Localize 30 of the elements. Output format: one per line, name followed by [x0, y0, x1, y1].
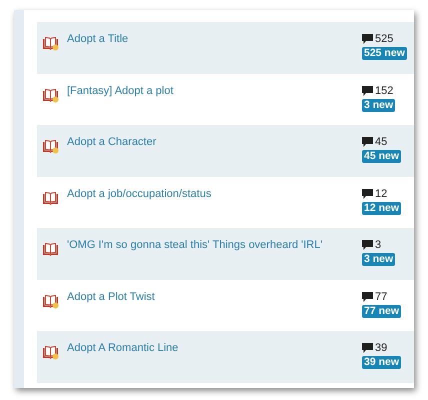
speech-bubble-icon	[362, 34, 373, 44]
speech-bubble-icon	[362, 86, 373, 96]
speech-bubble-icon	[362, 188, 373, 198]
new-posts-badge: 77 new	[362, 304, 402, 318]
speech-bubble-icon	[362, 240, 373, 250]
thread-title-link[interactable]: Adopt A Romantic Line	[67, 341, 178, 355]
thread-title-link[interactable]: Adopt a job/occupation/status	[67, 186, 212, 200]
new-posts-badge: 3 new	[362, 98, 396, 112]
speech-bubble-icon	[362, 137, 373, 147]
reply-count: 3	[375, 239, 382, 251]
new-posts-badge: 45 new	[362, 150, 402, 163]
reply-count: 45	[375, 136, 388, 148]
reply-count: 39	[375, 342, 388, 354]
new-posts-badge: 525 new	[362, 47, 407, 60]
new-posts-badge: 39 new	[362, 356, 402, 369]
thread-title-link[interactable]: [Fantasy] Adopt a plot	[67, 84, 174, 98]
thread-title-link[interactable]: Adopt a Title	[67, 32, 128, 46]
reply-count: 77	[375, 290, 388, 302]
reply-count: 12	[375, 188, 388, 200]
reply-count: 525	[375, 33, 394, 45]
book-icon	[42, 242, 59, 257]
speech-bubble-icon	[362, 343, 373, 353]
thread-title-link[interactable]: 'OMG I'm so gonna steal this' Things overheard 'IRL'	[67, 238, 322, 252]
new-posts-badge: 12 new	[362, 202, 402, 214]
speech-bubble-icon	[362, 292, 373, 302]
reply-count: 152	[375, 84, 394, 96]
new-posts-badge: 3 new	[362, 253, 396, 266]
book-icon	[42, 190, 59, 206]
thread-title-link[interactable]: Adopt a Plot Twist	[67, 290, 155, 304]
thread-title-link[interactable]: Adopt a Character	[67, 135, 156, 149]
